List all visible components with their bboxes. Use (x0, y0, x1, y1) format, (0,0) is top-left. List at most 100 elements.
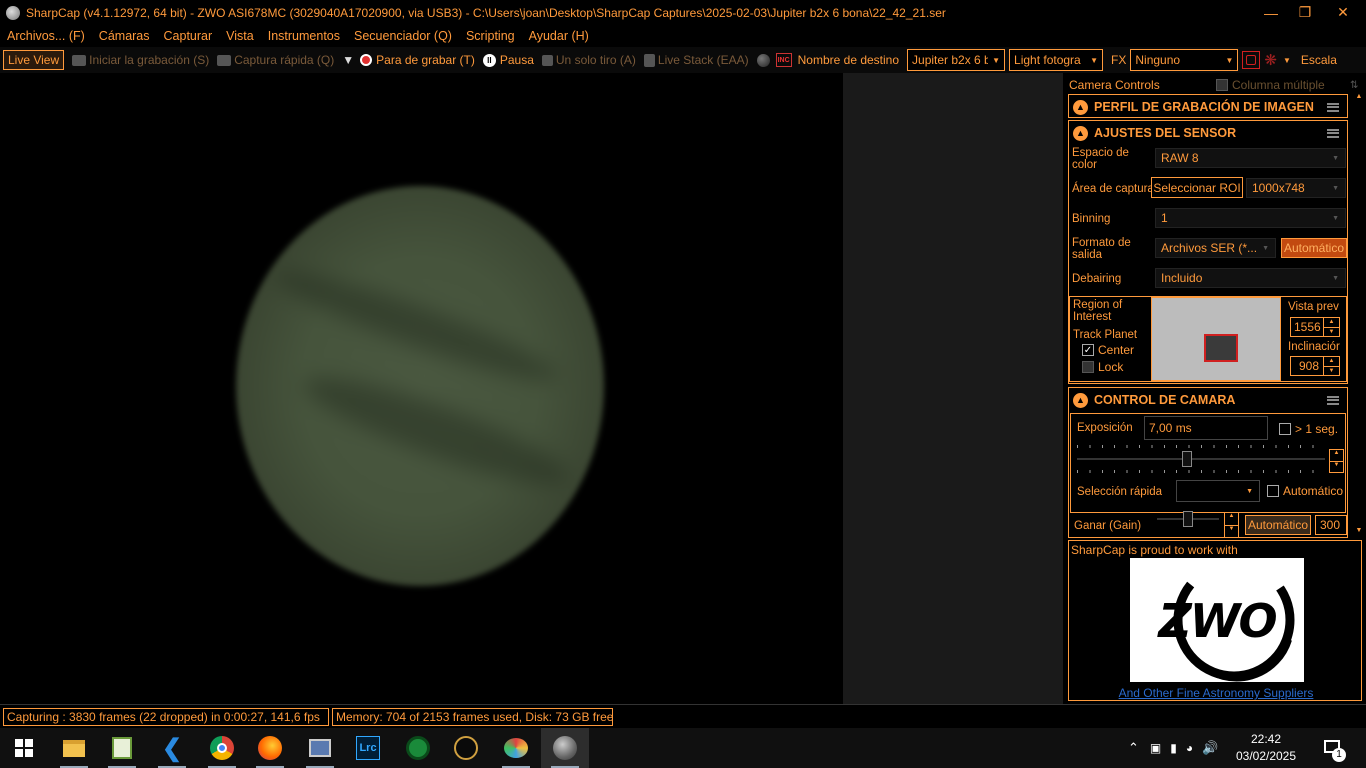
output-format-auto-button[interactable]: Automático (1281, 238, 1347, 258)
suppliers-link[interactable]: And Other Fine Astronomy Suppliers (1069, 686, 1363, 700)
lock-checkbox[interactable] (1082, 361, 1094, 373)
capture-area-select[interactable]: 1000x748 ▼ (1246, 178, 1346, 198)
menu-file[interactable]: Archivos... (F) (7, 29, 85, 43)
over-1s-option[interactable]: > 1 seg. (1279, 422, 1338, 436)
scroll-up-icon[interactable]: ▲ (1354, 93, 1364, 100)
live-view-button[interactable]: Live View (3, 50, 65, 70)
up-arrow-icon[interactable]: ▲ (1323, 318, 1339, 327)
collapse-icon[interactable]: ▲ (1073, 99, 1088, 115)
menu-scripting[interactable]: Scripting (466, 29, 515, 43)
slider-thumb[interactable] (1182, 451, 1192, 467)
stop-recording-button[interactable]: Para de grabar (T) (360, 53, 475, 67)
network-app-button[interactable] (296, 728, 344, 768)
pause-button[interactable]: II Pausa (482, 53, 534, 67)
system-clock[interactable]: 22:42 03/02/2025 (1228, 731, 1304, 765)
start-recording-button[interactable]: Iniciar la grabación (S) (72, 53, 209, 67)
green-app-button[interactable] (394, 728, 442, 768)
roi-selection-rect[interactable] (1204, 334, 1238, 362)
multi-column-checkbox[interactable] (1216, 79, 1228, 91)
vscode-button[interactable]: ❮ (148, 728, 196, 768)
down-arrow-icon[interactable]: ▼ (1225, 524, 1238, 538)
menu-icon[interactable] (1327, 128, 1339, 138)
crosshair-dropdown-arrow-icon[interactable]: ▼ (1283, 56, 1291, 65)
menu-view[interactable]: Vista (226, 29, 254, 43)
menu-help[interactable]: Ayudar (H) (529, 29, 589, 43)
gain-stepper[interactable]: ▲ ▼ (1224, 512, 1239, 538)
preview-spinner[interactable]: 1556 ▲ ▼ (1290, 317, 1340, 337)
gain-slider[interactable] (1157, 510, 1219, 540)
color-space-select[interactable]: RAW 8 ▼ (1155, 148, 1346, 168)
scale-label[interactable]: Escala (1301, 53, 1337, 67)
paint-app-button[interactable] (492, 728, 540, 768)
up-arrow-icon[interactable]: ▲ (1225, 513, 1238, 525)
pin-icon[interactable]: ⇅ (1350, 80, 1358, 91)
output-format-select[interactable]: Archivos SER (*... ▼ (1155, 238, 1276, 258)
reticle-icon[interactable] (1242, 51, 1261, 69)
volume-icon[interactable]: 🔊 (1202, 740, 1218, 756)
crosshair-icon[interactable]: ❋ (1264, 51, 1277, 69)
spinner-buttons[interactable]: ▲ ▼ (1323, 318, 1339, 336)
slider-thumb[interactable] (1183, 511, 1193, 527)
menu-tools[interactable]: Instrumentos (268, 29, 340, 43)
auto-exposure-checkbox[interactable] (1267, 485, 1279, 497)
gain-auto-button[interactable]: Automático (1245, 515, 1311, 535)
notepad-plus-button[interactable] (98, 728, 146, 768)
menu-cameras[interactable]: Cámaras (99, 29, 150, 43)
frame-type-select[interactable]: Light fotogra ▼ (1009, 49, 1104, 71)
panel-scrollbar[interactable]: ▲ ▼ (1354, 93, 1364, 539)
camera-control-header[interactable]: ▲ CONTROL DE CAMARA (1069, 388, 1347, 412)
single-shot-button[interactable]: Un solo tiro (A) (541, 53, 636, 67)
center-option[interactable]: ✓ Center (1082, 343, 1134, 357)
down-arrow-icon[interactable]: ▼ (1323, 326, 1339, 336)
battery-icon[interactable]: ▮ (1170, 741, 1177, 755)
sensor-settings-header[interactable]: ▲ AJUSTES DEL SENSOR (1069, 121, 1347, 145)
exposure-stepper[interactable]: ▲ ▼ (1329, 449, 1344, 473)
file-explorer-button[interactable] (50, 728, 98, 768)
tilt-spinner[interactable]: 908 ▲ ▼ (1290, 356, 1340, 376)
menu-icon[interactable] (1327, 395, 1339, 405)
spinner-buttons[interactable]: ▲ ▼ (1323, 357, 1339, 375)
up-arrow-icon[interactable]: ▲ (1330, 450, 1343, 461)
lock-option[interactable]: Lock (1082, 360, 1123, 374)
down-arrow-icon[interactable]: ▼ (1323, 365, 1339, 375)
roi-preview[interactable] (1151, 297, 1281, 381)
notification-center-button[interactable]: 1 (1322, 738, 1346, 762)
inc-icon[interactable]: INC (775, 53, 792, 67)
over-1s-checkbox[interactable] (1279, 423, 1291, 435)
debayer-select[interactable]: Incluido ▼ (1155, 268, 1346, 288)
chevron-up-icon[interactable]: ⌃ (1128, 740, 1139, 756)
quick-capture-dropdown-arrow-icon[interactable]: ▼ (342, 53, 354, 67)
down-arrow-icon[interactable]: ▼ (1330, 460, 1343, 473)
exposure-slider[interactable] (1077, 445, 1325, 475)
menu-capture[interactable]: Capturar (164, 29, 213, 43)
lightroom-classic-button[interactable]: Lrc (344, 728, 392, 768)
exposure-input[interactable]: 7,00 ms (1144, 416, 1268, 440)
windows-start-button[interactable] (0, 728, 48, 768)
chrome-button[interactable] (198, 728, 246, 768)
gain-input[interactable]: 300 (1315, 515, 1347, 535)
fx-select[interactable]: Ninguno ▼ (1130, 49, 1239, 71)
quick-capture-button[interactable]: Captura rápida (Q) (217, 53, 334, 67)
recording-profile-header[interactable]: ▲ PERFIL DE GRABACIÓN DE IMAGEN (1069, 95, 1347, 119)
live-stack-button[interactable]: Live Stack (EAA) (643, 53, 749, 67)
camera-tray-icon[interactable]: ▣ (1150, 741, 1161, 755)
wifi-icon[interactable]: ◕ (1186, 741, 1193, 755)
menu-icon[interactable] (1327, 102, 1339, 112)
stellarium-button[interactable] (442, 728, 490, 768)
quick-select-dropdown[interactable]: ▼ (1176, 480, 1260, 502)
sharpcap-taskbar-button[interactable] (541, 728, 589, 768)
sphere-icon[interactable] (756, 53, 770, 67)
select-roi-button[interactable]: Seleccionar ROI (1151, 177, 1243, 198)
firefox-button[interactable] (246, 728, 294, 768)
collapse-icon[interactable]: ▲ (1073, 125, 1088, 141)
menu-sequencer[interactable]: Secuenciador (Q) (354, 29, 452, 43)
target-name-select[interactable]: Jupiter b2x 6 b ▼ (907, 49, 1006, 71)
binning-select[interactable]: 1 ▼ (1155, 208, 1346, 228)
multi-column-toggle[interactable]: Columna múltiple (1216, 78, 1325, 92)
close-button[interactable]: ✕ (1320, 0, 1366, 25)
auto-exposure-option[interactable]: Automático (1267, 484, 1343, 498)
center-checkbox[interactable]: ✓ (1082, 344, 1094, 356)
image-viewport[interactable] (0, 73, 843, 704)
collapse-icon[interactable]: ▲ (1073, 392, 1088, 408)
scroll-down-icon[interactable]: ▼ (1354, 527, 1364, 534)
